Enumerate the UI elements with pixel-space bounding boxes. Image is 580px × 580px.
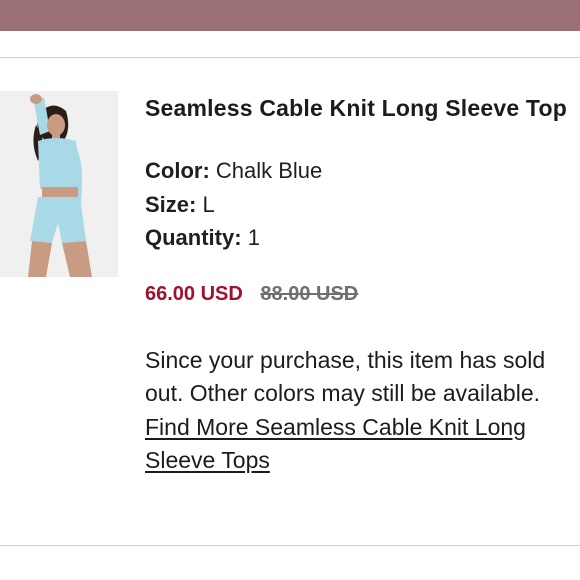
color-value: Chalk Blue [215, 158, 323, 183]
soldout-notice: Since your purchase, this item has sold … [145, 344, 580, 478]
quantity-value: 1 [247, 225, 260, 250]
price-row: 66.00 USD 88.00 USD [145, 280, 575, 308]
quantity-label: Quantity: [145, 225, 242, 250]
soldout-message: Since your purchase, this item has sold … [145, 346, 546, 407]
color-row: Color: Chalk Blue [145, 154, 575, 188]
product-attributes: Color: Chalk Blue Size: L Quantity: 1 [145, 154, 575, 255]
product-title[interactable]: Seamless Cable Knit Long Sleeve Top [145, 90, 575, 127]
divider [0, 545, 580, 546]
original-price: 88.00 USD [260, 282, 359, 305]
product-image[interactable] [0, 91, 118, 277]
quantity-row: Quantity: 1 [145, 221, 575, 255]
color-label: Color: [145, 158, 210, 183]
find-more-link[interactable]: Find More Seamless Cable Knit Long Sleev… [145, 414, 526, 474]
size-value: L [202, 191, 215, 217]
product-info: Seamless Cable Knit Long Sleeve Top Colo… [145, 90, 575, 478]
size-row: Size: L [145, 188, 575, 222]
divider [0, 57, 580, 58]
header-bar [0, 0, 580, 31]
product-photo [0, 91, 118, 277]
sale-price: 66.00 USD [145, 282, 243, 305]
size-label: Size: [145, 191, 197, 217]
